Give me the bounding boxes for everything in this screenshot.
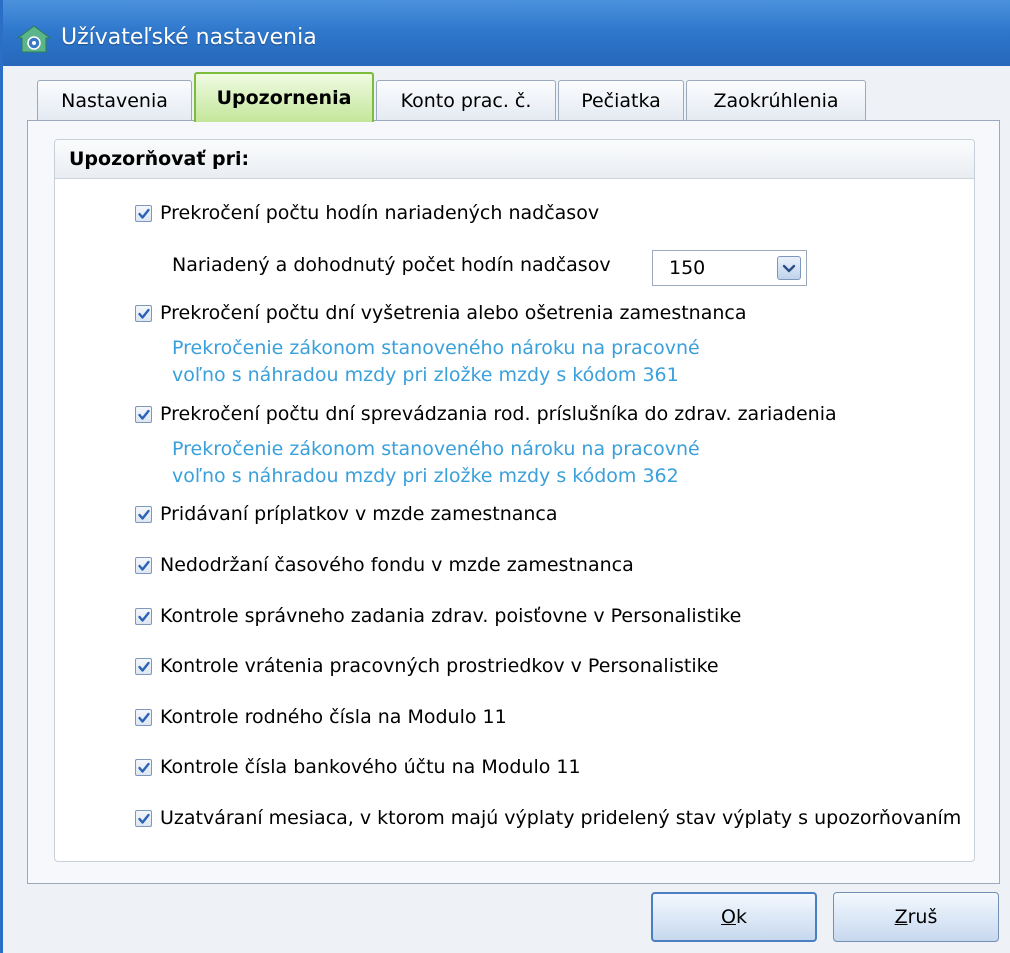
note-line: voľno s náhradou mzdy pri zložke mzdy s … bbox=[172, 465, 679, 487]
option-label: Kontrole rodného čísla na Modulo 11 bbox=[160, 706, 507, 728]
tab-konto-prac[interactable]: Konto prac. č. bbox=[376, 80, 556, 121]
note-line: Prekročenie zákonom stanoveného nároku n… bbox=[172, 337, 700, 359]
option-label: Pridávaní príplatkov v mzde zamestnanca bbox=[160, 503, 558, 525]
checkbox[interactable] bbox=[135, 810, 152, 827]
checkbox[interactable] bbox=[135, 709, 152, 726]
ok-mnemonic: O bbox=[721, 906, 736, 928]
option-label: Kontrole správneho zadania zdrav. poisťo… bbox=[160, 605, 742, 627]
checkbox[interactable] bbox=[135, 608, 152, 625]
title-bar[interactable]: Užívateľské nastavenia bbox=[3, 0, 1010, 66]
checkbox[interactable] bbox=[135, 406, 152, 423]
group-title: Upozorňovať pri: bbox=[69, 148, 250, 170]
note-code-362: Prekročenie zákonom stanoveného nároku n… bbox=[172, 436, 700, 490]
dropdown-button[interactable] bbox=[777, 256, 801, 280]
checkmark-icon bbox=[138, 661, 150, 672]
overtime-limit-label: Nariadený a dohodnutý počet hodín nadčas… bbox=[172, 254, 611, 276]
checkmark-icon bbox=[138, 712, 150, 723]
tab-zaokruhlenia[interactable]: Zaokrúhlenia bbox=[686, 80, 866, 121]
checkmark-icon bbox=[138, 560, 150, 571]
tab-panel: Upozorňovať pri: Prekročení počtu hodín … bbox=[27, 120, 1000, 884]
cancel-mnemonic: Z bbox=[894, 906, 908, 928]
tab-label: Pečiatka bbox=[581, 90, 661, 112]
overtime-limit-value: 150 bbox=[669, 257, 706, 279]
note-line: voľno s náhradou mzdy pri zložke mzdy s … bbox=[172, 364, 679, 386]
checkbox[interactable] bbox=[135, 557, 152, 574]
app-house-icon bbox=[17, 25, 51, 53]
checkmark-icon bbox=[138, 762, 150, 773]
group-header: Upozorňovať pri: bbox=[55, 140, 974, 179]
cancel-label: ruš bbox=[907, 906, 938, 928]
option-label: Kontrole čísla bankového účtu na Modulo … bbox=[160, 756, 581, 778]
settings-window: Užívateľské nastavenia Nastavenia Upozor… bbox=[0, 0, 1010, 953]
ok-button[interactable]: Ok bbox=[651, 892, 817, 942]
option-label: Prekročení počtu dní vyšetrenia alebo oš… bbox=[160, 302, 747, 324]
checkbox[interactable] bbox=[135, 506, 152, 523]
tab-label: Nastavenia bbox=[61, 90, 168, 112]
option-label: Prekročení počtu dní sprevádzania rod. p… bbox=[160, 403, 837, 425]
chevron-down-icon bbox=[782, 264, 796, 273]
checkmark-icon bbox=[138, 509, 150, 520]
checkbox[interactable] bbox=[135, 205, 152, 222]
note-line: Prekročenie zákonom stanoveného nároku n… bbox=[172, 438, 700, 460]
option-label: Uzatváraní mesiaca, v ktorom majú výplat… bbox=[160, 807, 962, 829]
checkbox[interactable] bbox=[135, 305, 152, 322]
tab-upozornenia[interactable]: Upozornenia bbox=[194, 72, 374, 122]
overtime-limit-select[interactable]: 150 bbox=[652, 250, 807, 286]
checkbox[interactable] bbox=[135, 658, 152, 675]
checkmark-icon bbox=[138, 208, 150, 219]
warnings-group: Upozorňovať pri: Prekročení počtu hodín … bbox=[54, 139, 975, 862]
window-title: Užívateľské nastavenia bbox=[61, 25, 317, 50]
option-label: Kontrole vrátenia pracovných prostriedko… bbox=[160, 655, 719, 677]
checkmark-icon bbox=[138, 813, 150, 824]
note-code-361: Prekročenie zákonom stanoveného nároku n… bbox=[172, 335, 700, 389]
checkmark-icon bbox=[138, 409, 150, 420]
tab-label: Zaokrúhlenia bbox=[713, 90, 839, 112]
tab-label: Upozornenia bbox=[216, 87, 352, 109]
tab-peciatka[interactable]: Pečiatka bbox=[558, 80, 684, 121]
tab-nastavenia[interactable]: Nastavenia bbox=[37, 80, 192, 121]
ok-label: k bbox=[735, 906, 747, 928]
checkbox[interactable] bbox=[135, 759, 152, 776]
cancel-button[interactable]: Zruš bbox=[833, 892, 999, 942]
tab-label: Konto prac. č. bbox=[400, 90, 532, 112]
checkmark-icon bbox=[138, 611, 150, 622]
checkmark-icon bbox=[138, 308, 150, 319]
option-label: Nedodržaní časového fondu v mzde zamestn… bbox=[160, 554, 634, 576]
option-label: Prekročení počtu hodín nariadených nadča… bbox=[160, 202, 600, 224]
